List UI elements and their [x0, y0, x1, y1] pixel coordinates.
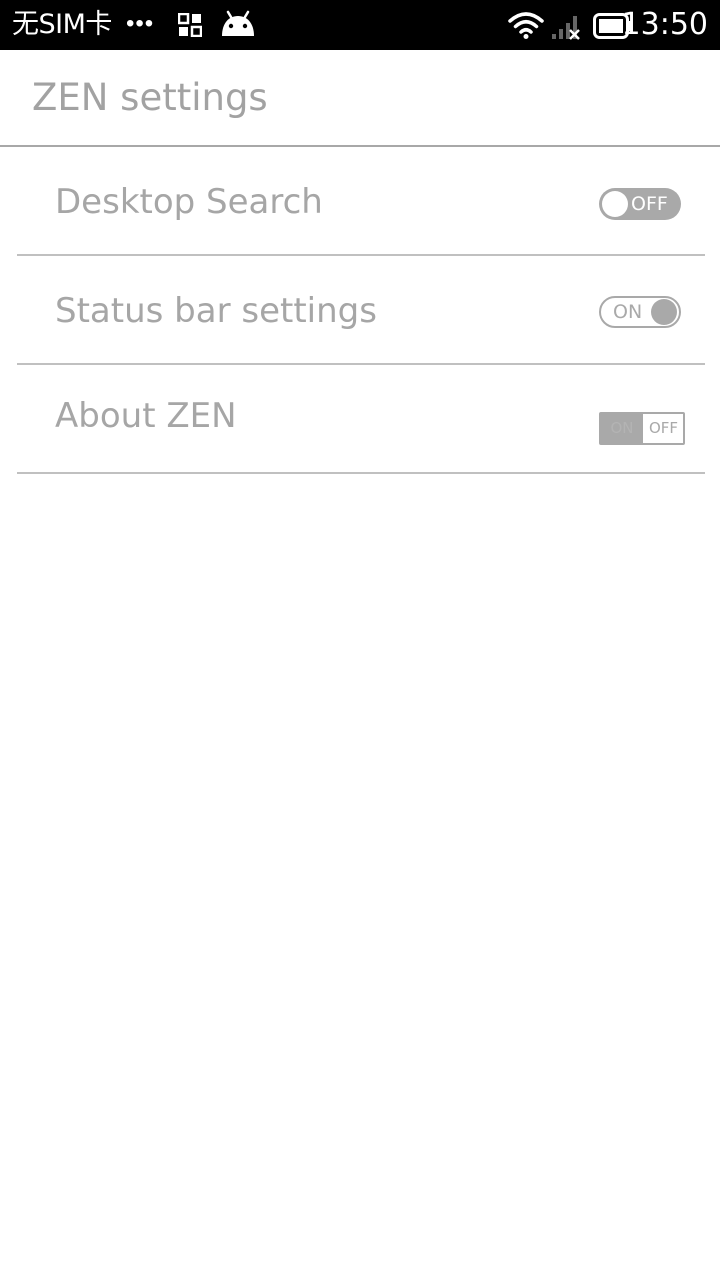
carrier-label: 无SIM卡	[12, 9, 112, 40]
status-bar: 无SIM卡 ••• 13:50	[0, 0, 720, 50]
status-bar-settings-toggle[interactable]: ON	[599, 296, 681, 328]
toggle-knob	[602, 191, 628, 217]
about-zen-toggle[interactable]: ON OFF	[599, 412, 685, 445]
toggle-ghost-label: ON	[610, 419, 634, 437]
wifi-icon	[508, 11, 544, 44]
toggle-state-label: OFF	[649, 419, 679, 437]
setting-label: About ZEN	[55, 396, 237, 436]
setting-label: Desktop Search	[55, 182, 323, 222]
apps-grid-icon	[177, 12, 203, 42]
settings-list: Desktop Search Status bar settings About…	[17, 147, 705, 474]
page-title: ZEN settings	[32, 76, 268, 119]
more-notifications-dots: •••	[126, 10, 155, 37]
toggle-state-label: ON	[613, 301, 643, 323]
clock: 13:50	[621, 7, 708, 42]
setting-label: Status bar settings	[55, 291, 377, 331]
android-icon	[219, 10, 257, 43]
desktop-search-toggle[interactable]: OFF	[599, 188, 681, 220]
app-bar: ZEN settings	[0, 50, 720, 147]
toggle-knob	[651, 299, 677, 325]
no-signal-icon	[550, 12, 584, 45]
toggle-state-label: OFF	[631, 193, 668, 215]
